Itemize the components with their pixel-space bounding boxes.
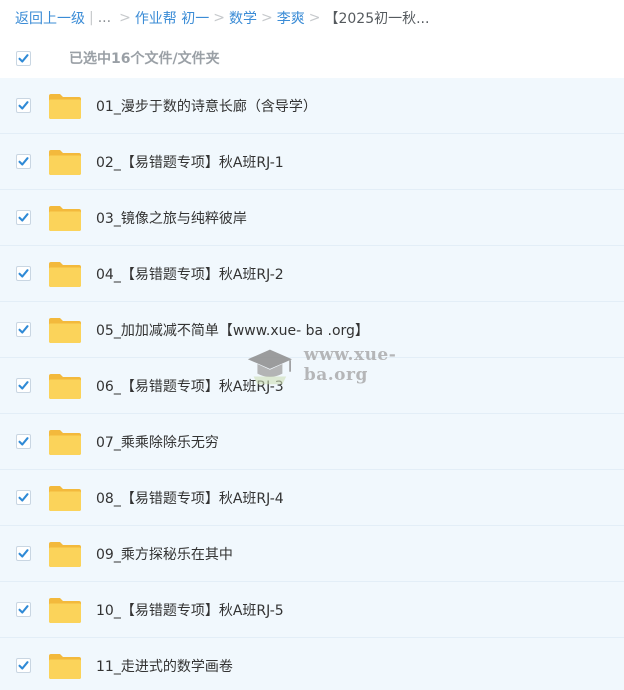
- folder-icon: [49, 373, 81, 399]
- file-row[interactable]: 06_【易错题专项】秋A班RJ-3: [0, 358, 624, 414]
- file-name[interactable]: 07_乘乘除除乐无穷: [96, 432, 219, 452]
- folder-icon: [49, 149, 81, 175]
- select-all-checkbox[interactable]: [16, 50, 31, 66]
- checkmark-icon: [18, 661, 29, 670]
- file-row[interactable]: 09_乘方探秘乐在其中: [0, 526, 624, 582]
- breadcrumb-chevron-icon: >: [261, 10, 273, 26]
- file-row[interactable]: 01_漫步于数的诗意长廊（含导学）: [0, 78, 624, 134]
- folder-icon: [49, 429, 81, 455]
- file-checkbox[interactable]: [16, 98, 31, 113]
- file-checkbox[interactable]: [16, 266, 31, 281]
- file-row[interactable]: 08_【易错题专项】秋A班RJ-4: [0, 470, 624, 526]
- file-name[interactable]: 08_【易错题专项】秋A班RJ-4: [96, 488, 284, 508]
- file-row[interactable]: 07_乘乘除除乐无穷: [0, 414, 624, 470]
- breadcrumb-item-subject[interactable]: 数学: [229, 8, 257, 28]
- file-checkbox[interactable]: [16, 490, 31, 505]
- file-checkbox[interactable]: [16, 322, 31, 337]
- file-name[interactable]: 11_走进式的数学画卷: [96, 656, 233, 676]
- file-name[interactable]: 01_漫步于数的诗意长廊（含导学）: [96, 96, 317, 116]
- checkmark-icon: [18, 269, 29, 278]
- file-row[interactable]: 11_走进式的数学画卷: [0, 638, 624, 690]
- breadcrumb-chevron-icon: >: [119, 10, 131, 26]
- file-name[interactable]: 06_【易错题专项】秋A班RJ-3: [96, 376, 284, 396]
- file-checkbox[interactable]: [16, 658, 31, 673]
- file-row[interactable]: 04_【易错题专项】秋A班RJ-2: [0, 246, 624, 302]
- checkmark-icon: [18, 381, 29, 390]
- file-checkbox[interactable]: [16, 434, 31, 449]
- file-checkbox[interactable]: [16, 210, 31, 225]
- breadcrumb-divider: |: [89, 10, 94, 26]
- checkmark-icon: [18, 101, 29, 110]
- file-name[interactable]: 03_镜像之旅与纯粹彼岸: [96, 208, 247, 228]
- checkmark-icon: [18, 213, 29, 222]
- breadcrumb-chevron-icon: >: [308, 10, 321, 26]
- checkmark-icon: [18, 157, 29, 166]
- folder-icon: [49, 541, 81, 567]
- file-row[interactable]: 03_镜像之旅与纯粹彼岸: [0, 190, 624, 246]
- breadcrumb-item-grade[interactable]: 作业帮 初一: [135, 8, 209, 28]
- file-name[interactable]: 09_乘方探秘乐在其中: [96, 544, 233, 564]
- checkmark-icon: [18, 437, 29, 446]
- folder-icon: [49, 205, 81, 231]
- selection-bar: 已选中16个文件/文件夹: [0, 40, 624, 76]
- selection-count-label: 已选中16个文件/文件夹: [69, 51, 220, 67]
- checkmark-icon: [18, 325, 29, 334]
- folder-icon: [49, 261, 81, 287]
- file-list: 01_漫步于数的诗意长廊（含导学） 02_【易错题专项】秋A班RJ-1 03_镜像之…: [0, 78, 624, 690]
- file-checkbox[interactable]: [16, 378, 31, 393]
- file-row[interactable]: 10_【易错题专项】秋A班RJ-5: [0, 582, 624, 638]
- checkmark-icon: [18, 605, 29, 614]
- checkmark-icon: [18, 549, 29, 558]
- file-name[interactable]: 10_【易错题专项】秋A班RJ-5: [96, 600, 284, 620]
- file-name[interactable]: 05_加加减减不简单【www.xue- ba .org】: [96, 320, 369, 340]
- folder-icon: [49, 93, 81, 119]
- breadcrumb: 返回上一级 | ... > 作业帮 初一 > 数学 > 李爽 > 【2025初一…: [0, 0, 624, 36]
- folder-icon: [49, 653, 81, 679]
- breadcrumb-ellipsis[interactable]: ...: [98, 10, 111, 26]
- folder-icon: [49, 317, 81, 343]
- file-browser-page: 返回上一级 | ... > 作业帮 初一 > 数学 > 李爽 > 【2025初一…: [0, 0, 624, 690]
- folder-icon: [49, 597, 81, 623]
- breadcrumb-current-folder: 【2025初一秋...: [324, 11, 430, 27]
- back-link[interactable]: 返回上一级: [15, 8, 85, 28]
- breadcrumb-chevron-icon: >: [213, 10, 225, 26]
- file-name[interactable]: 02_【易错题专项】秋A班RJ-1: [96, 152, 284, 172]
- file-checkbox[interactable]: [16, 546, 31, 561]
- checkmark-icon: [18, 53, 29, 63]
- file-name[interactable]: 04_【易错题专项】秋A班RJ-2: [96, 264, 284, 284]
- file-row[interactable]: 05_加加减减不简单【www.xue- ba .org】: [0, 302, 624, 358]
- file-checkbox[interactable]: [16, 602, 31, 617]
- file-checkbox[interactable]: [16, 154, 31, 169]
- file-row[interactable]: 02_【易错题专项】秋A班RJ-1: [0, 134, 624, 190]
- breadcrumb-item-teacher[interactable]: 李爽: [277, 8, 305, 28]
- checkmark-icon: [18, 493, 29, 502]
- folder-icon: [49, 485, 81, 511]
